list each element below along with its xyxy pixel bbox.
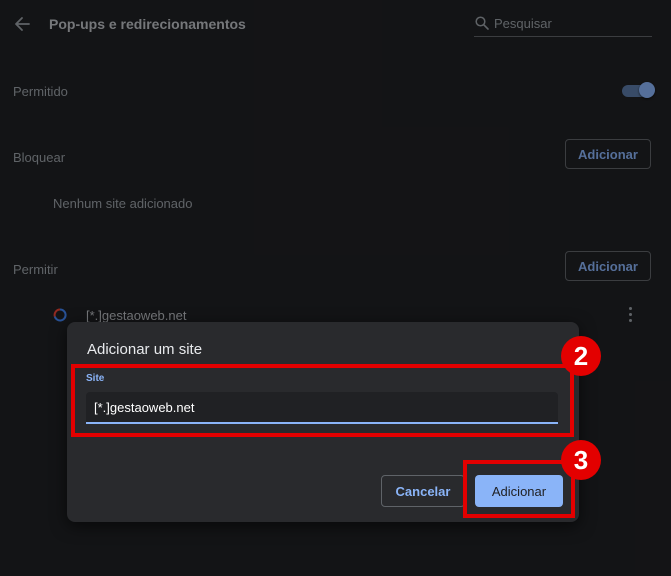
cancel-button[interactable]: Cancelar <box>381 475 465 507</box>
step-badge-3: 3 <box>561 440 601 480</box>
highlight-box-step-2 <box>71 364 574 437</box>
step-badge-2: 2 <box>561 336 601 376</box>
dialog-title: Adicionar um site <box>87 341 203 358</box>
highlight-box-step-3 <box>463 460 575 518</box>
